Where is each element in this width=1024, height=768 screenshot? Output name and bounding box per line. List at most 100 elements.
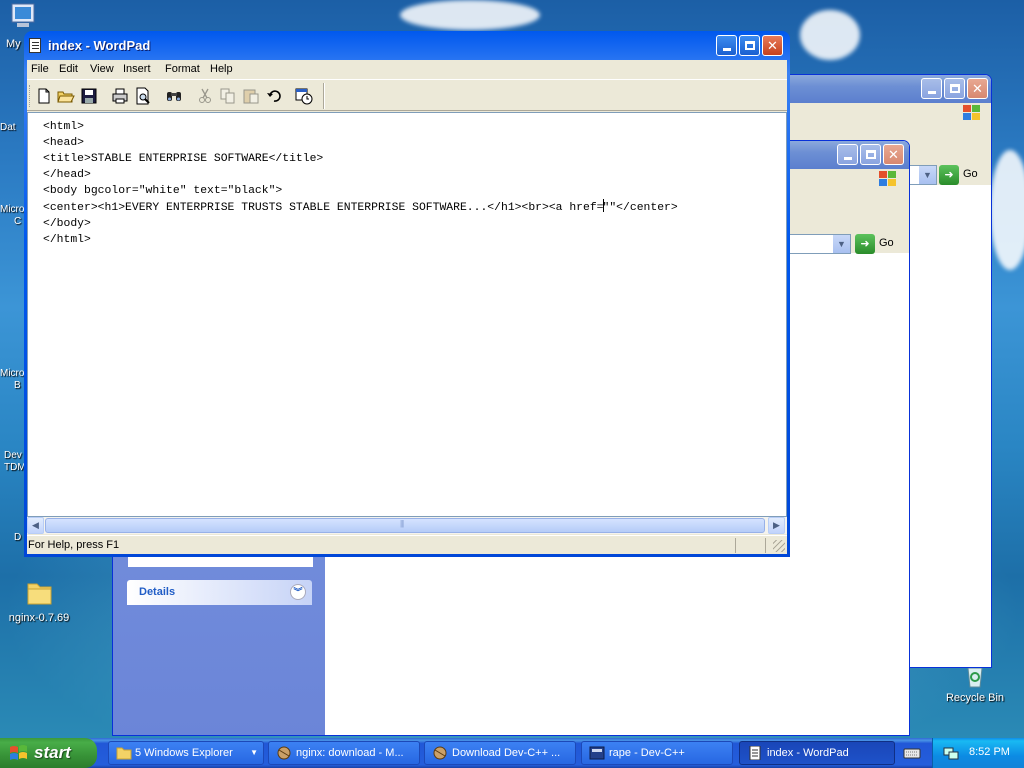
taskbar-button-download-devcpp[interactable]: Download Dev-C++ ... — [424, 741, 576, 765]
code-line: </html> — [43, 234, 91, 246]
wordpad-document-icon[interactable] — [29, 38, 41, 53]
desktop-icon-label: nginx-0.7.69 — [8, 612, 70, 624]
expand-chevron-icon[interactable]: ︾ — [290, 584, 306, 600]
folder-icon — [22, 578, 56, 608]
resize-grip-icon[interactable] — [773, 540, 785, 552]
menu-view[interactable]: View — [90, 63, 114, 75]
wordpad-window[interactable]: index - WordPad ✕ File Edit View Insert … — [24, 31, 790, 557]
menu-bar — [781, 103, 991, 127]
chevron-down-icon[interactable]: ▼ — [250, 748, 258, 757]
go-arrow-icon: ➜ — [855, 234, 875, 254]
desktop-icon-label: TDM — [4, 462, 26, 473]
document-editor[interactable]: <html> <head> <title>STABLE ENTERPRISE S… — [27, 112, 787, 517]
desktop-icon-label: My — [6, 38, 21, 50]
desktop-icon-label: Dat — [0, 122, 16, 133]
desktop-icon-label: Recycle Bin — [945, 692, 1005, 704]
taskbar-button-nginx[interactable]: nginx: download - M... — [268, 741, 420, 765]
undo-icon[interactable] — [265, 87, 283, 105]
scrollbar-thumb[interactable] — [45, 518, 765, 533]
task-label: 5 Windows Explorer — [135, 747, 233, 759]
browser-icon — [276, 746, 292, 760]
address-combo[interactable]: ▼ — [783, 234, 851, 254]
go-label: Go — [879, 237, 894, 249]
copy-icon[interactable] — [219, 87, 237, 105]
wordpad-titlebar[interactable]: index - WordPad ✕ — [24, 31, 790, 60]
menu-help[interactable]: Help — [210, 63, 233, 75]
paste-icon[interactable] — [242, 87, 260, 105]
code-line-continuation: ""</center> — [602, 202, 678, 214]
menu-bar: File Edit View Insert Format Help — [27, 60, 787, 80]
code-line: <title>STABLE ENTERPRISE SOFTWARE</title… — [43, 153, 324, 165]
scroll-left-icon[interactable]: ◀ — [27, 517, 44, 534]
task-label: Download Dev-C++ ... — [452, 747, 561, 759]
desktop-icon-nginx[interactable]: nginx-0.7.69 — [3, 578, 75, 624]
task-label: index - WordPad — [767, 747, 849, 759]
print-preview-icon[interactable] — [134, 87, 152, 105]
close-button[interactable]: ✕ — [883, 144, 904, 165]
code-line: <html> — [43, 121, 85, 133]
standard-toolbar — [27, 81, 787, 111]
go-label: Go — [963, 168, 978, 180]
menu-file[interactable]: File — [31, 63, 49, 75]
windows-flag-icon — [963, 105, 981, 121]
keyboard-icon[interactable] — [902, 744, 922, 762]
desktop-icon-recycle-bin[interactable]: Recycle Bin — [940, 664, 1010, 704]
chevron-down-icon[interactable]: ▼ — [833, 235, 850, 253]
open-folder-icon[interactable] — [57, 87, 75, 105]
address-combo[interactable]: ▼ — [907, 165, 937, 185]
wallpaper-cloud — [400, 0, 540, 30]
minimize-button[interactable] — [837, 144, 858, 165]
new-doc-icon[interactable] — [35, 87, 53, 105]
find-icon[interactable] — [165, 87, 183, 105]
save-icon[interactable] — [80, 87, 98, 105]
go-arrow-icon: ➜ — [939, 165, 959, 185]
start-label: start — [34, 743, 71, 762]
close-button[interactable]: ✕ — [762, 35, 783, 56]
task-label: nginx: download - M... — [296, 747, 404, 759]
date-time-icon[interactable] — [295, 87, 313, 105]
toolbar-separator — [323, 83, 325, 109]
go-button[interactable]: ➜ Go — [939, 165, 989, 185]
chevron-down-icon[interactable]: ▼ — [919, 166, 936, 184]
desktop-icon-label: Micro — [0, 368, 25, 379]
start-button[interactable]: start — [0, 738, 97, 768]
horizontal-scrollbar[interactable]: ◀ ▶ — [27, 517, 787, 534]
wallpaper-cloud — [800, 10, 860, 60]
task-label: rape - Dev-C++ — [609, 747, 685, 759]
taskbar: start 5 Windows Explorer ▼ nginx: downlo… — [0, 738, 1024, 768]
browser-icon — [432, 746, 448, 760]
taskbar-button-wordpad[interactable]: index - WordPad — [739, 741, 895, 765]
print-icon[interactable] — [111, 87, 129, 105]
menu-edit[interactable]: Edit — [59, 63, 78, 75]
minimize-button[interactable] — [921, 78, 942, 99]
maximize-button[interactable] — [944, 78, 965, 99]
maximize-button[interactable] — [860, 144, 881, 165]
toolbar-grip[interactable] — [29, 85, 32, 107]
wallpaper-cloud — [990, 150, 1024, 270]
cut-icon[interactable] — [196, 87, 214, 105]
taskbar-button-windows-explorer[interactable]: 5 Windows Explorer ▼ — [108, 741, 264, 765]
taskbar-button-devcpp[interactable]: rape - Dev-C++ — [581, 741, 733, 765]
computer-icon — [5, 2, 39, 32]
windows-flag-icon — [879, 171, 897, 187]
windows-flag-icon — [10, 745, 28, 761]
scroll-right-icon[interactable]: ▶ — [768, 517, 785, 534]
go-button[interactable]: ➜ Go — [855, 234, 905, 254]
menu-insert[interactable]: Insert — [123, 63, 151, 75]
document-text[interactable]: <html> <head> <title>STABLE ENTERPRISE S… — [43, 119, 678, 248]
folder-icon — [116, 746, 132, 760]
wordpad-document-icon — [747, 745, 763, 761]
details-panel-header[interactable]: Details ︾ — [127, 580, 312, 605]
menu-format[interactable]: Format — [165, 63, 200, 75]
clock[interactable]: 8:52 PM — [969, 746, 1010, 758]
desktop-icon-label: B — [14, 380, 21, 391]
status-cell — [735, 538, 765, 553]
system-tray: 8:52 PM — [932, 738, 1024, 768]
desktop-icon-label: C — [14, 216, 22, 227]
desktop-icon-label: Micro — [0, 204, 25, 215]
maximize-button[interactable] — [739, 35, 760, 56]
minimize-button[interactable] — [716, 35, 737, 56]
status-text: For Help, press F1 — [28, 539, 120, 551]
close-button[interactable]: ✕ — [967, 78, 988, 99]
network-icon[interactable] — [943, 745, 959, 761]
